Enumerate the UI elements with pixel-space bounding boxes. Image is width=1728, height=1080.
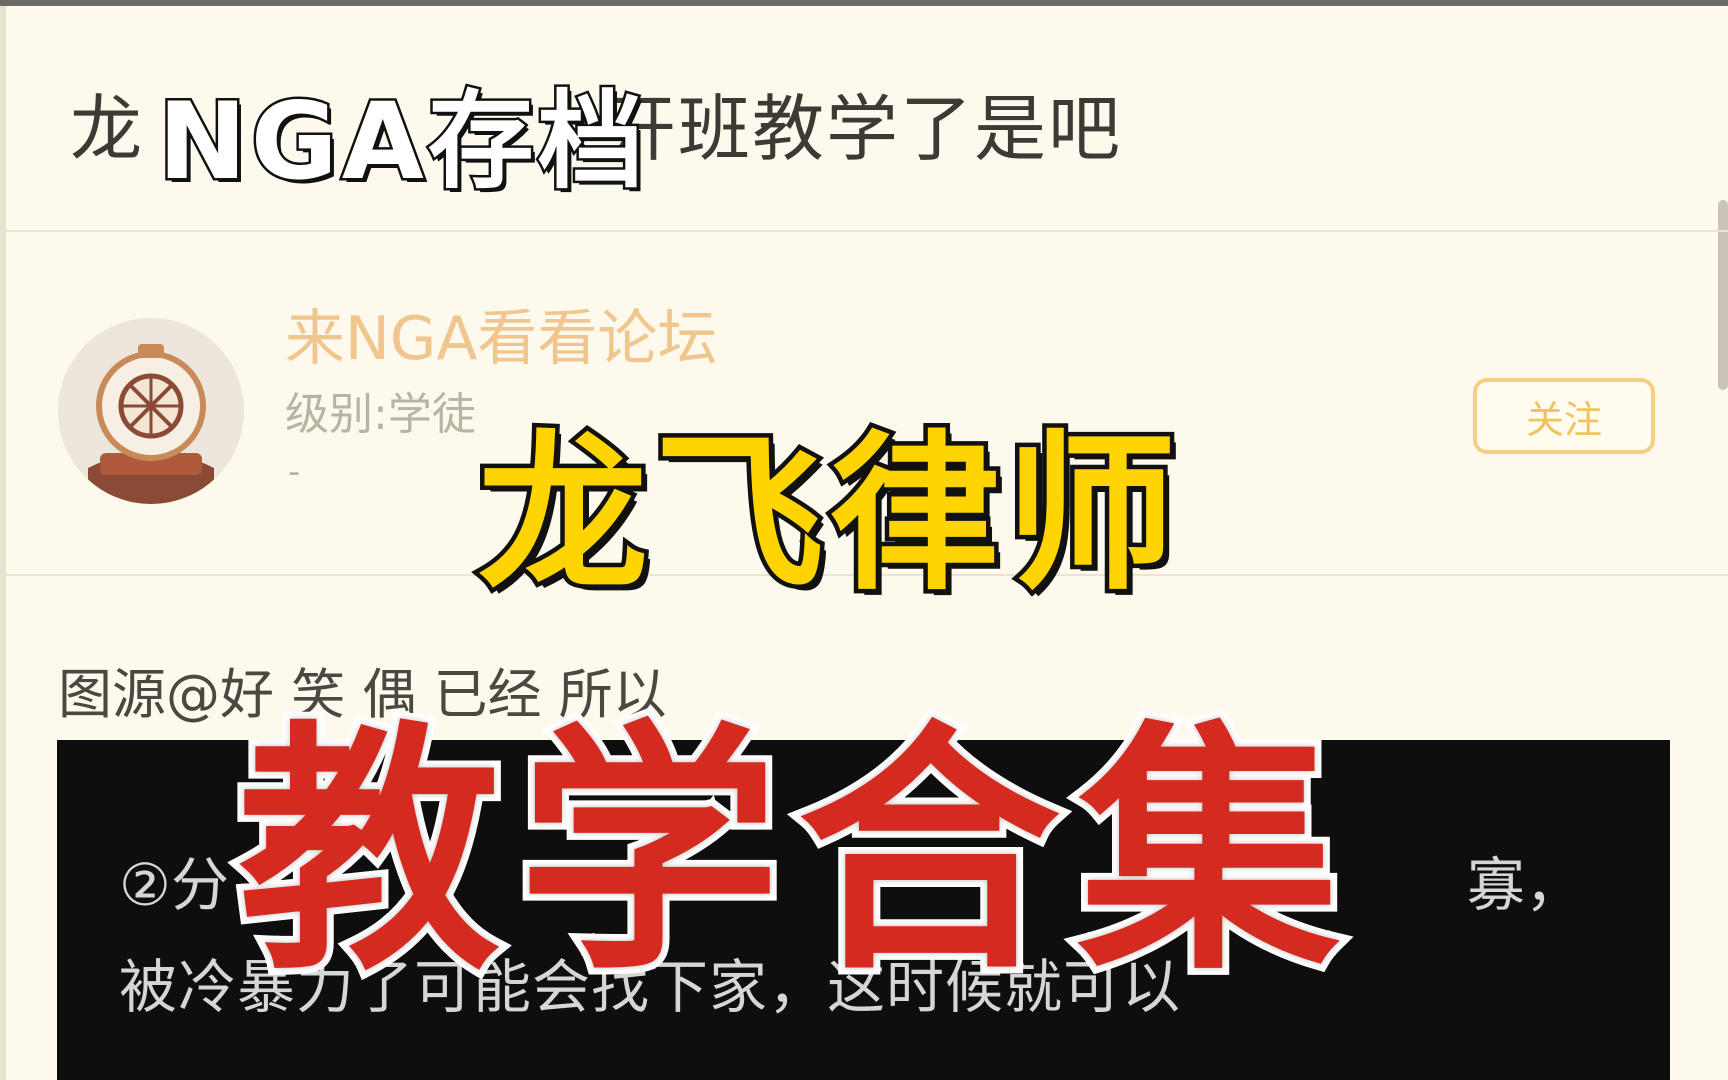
diving-helmet-icon <box>58 318 244 504</box>
author-level: 级别:学徒 <box>285 389 476 440</box>
thread-title-start: 龙 <box>70 87 145 171</box>
overlay-collection-title: 教学合集 <box>231 693 1358 1012</box>
follow-button[interactable]: 关注 <box>1473 378 1655 454</box>
scrollbar-thumb[interactable] <box>1718 200 1728 390</box>
header-divider <box>0 230 1728 232</box>
overlay-lawyer-name: 龙飞律师 <box>473 412 1183 619</box>
thread-title-end: 开班教学了是吧 <box>604 87 1123 171</box>
overlay-archive-label: NGA存档 <box>156 78 648 206</box>
author-extra: - <box>288 452 301 492</box>
quote-line-1: ②分 <box>119 851 229 919</box>
author-avatar[interactable] <box>58 318 244 504</box>
window-left-edge <box>0 6 6 1080</box>
window-top-edge <box>0 0 1728 6</box>
quote-line-1-end: 寡， <box>1467 851 1584 919</box>
author-name[interactable]: 来NGA看看论坛 <box>285 290 717 377</box>
